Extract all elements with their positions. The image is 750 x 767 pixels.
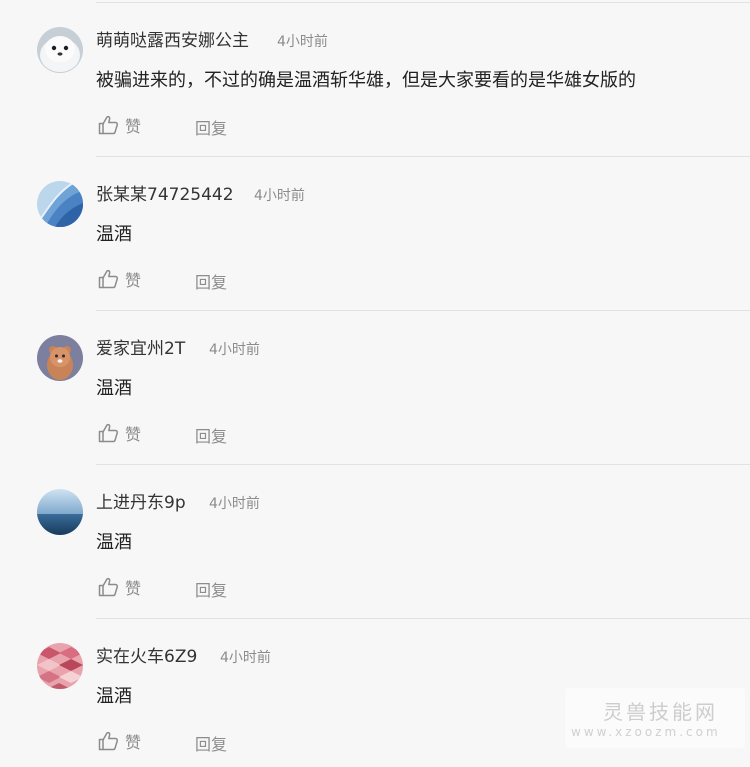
like-label: 赞 [125,733,142,752]
like-label: 赞 [125,579,142,598]
comment-actions: 赞 [98,421,141,445]
comment-actions: 赞 [98,113,141,137]
thumbs-up-icon [98,731,119,751]
watermark-title: 灵兽技能网 [603,700,718,724]
comment-actions: 赞 [98,267,141,291]
blue-wave-avatar-icon[interactable] [37,181,83,227]
bear-avatar-icon[interactable] [37,335,83,381]
watermark-url: www.xzoozm.com [571,725,721,739]
comment-actions: 赞 [98,729,141,753]
like-button[interactable]: 赞 [98,575,141,599]
ocean-avatar-icon[interactable] [37,489,83,535]
comment-item: 张某某74725442 4小时前 温酒 赞 回复 [0,157,750,311]
comment-text: 温酒 [96,532,132,553]
comment-text: 温酒 [96,224,132,245]
pink-pattern-avatar-icon[interactable] [37,643,83,689]
comment-username[interactable]: 实在火车6Z9 [96,645,197,669]
thumbs-up-icon [98,577,119,597]
reply-button[interactable]: 回复 [195,115,227,139]
comment-username[interactable]: 萌萌哒露西安娜公主 [96,29,249,53]
comment-list-page: 萌萌哒露西安娜公主 4小时前 被骗进来的，不过的确是温酒斩华雄，但是大家要看的是… [0,0,750,767]
comment-username[interactable]: 爱家宜州2T [96,337,185,361]
seal-avatar-icon[interactable] [37,27,83,73]
comment-time: 4小时前 [277,34,328,50]
comment-username[interactable]: 张某某74725442 [96,183,234,207]
comment-actions: 赞 [98,575,141,599]
comment-text: 被骗进来的，不过的确是温酒斩华雄，但是大家要看的是华雄女版的 [96,70,636,91]
comment-username[interactable]: 上进丹东9p [96,491,186,515]
like-button[interactable]: 赞 [98,113,141,137]
like-label: 赞 [125,425,142,444]
like-button[interactable]: 赞 [98,267,141,291]
like-button[interactable]: 赞 [98,729,141,753]
watermark: 灵兽技能网 www.xzoozm.com [565,688,745,748]
reply-button[interactable]: 回复 [195,577,227,601]
like-button[interactable]: 赞 [98,421,141,445]
like-label: 赞 [125,117,142,136]
comment-item: 爱家宜州2T 4小时前 温酒 赞 回复 [0,311,750,465]
thumbs-up-icon [98,115,119,135]
comment-text: 温酒 [96,378,132,399]
thumbs-up-icon [98,423,119,443]
thumbs-up-icon [98,269,119,289]
like-label: 赞 [125,271,142,290]
reply-button[interactable]: 回复 [195,423,227,447]
reply-button[interactable]: 回复 [195,731,227,755]
comment-time: 4小时前 [254,188,305,204]
comment-time: 4小时前 [209,496,260,512]
comment-text: 温酒 [96,686,132,707]
comment-time: 4小时前 [220,650,271,666]
reply-button[interactable]: 回复 [195,269,227,293]
comment-item: 萌萌哒露西安娜公主 4小时前 被骗进来的，不过的确是温酒斩华雄，但是大家要看的是… [0,3,750,157]
comment-item: 上进丹东9p 4小时前 温酒 赞 回复 [0,465,750,619]
comment-time: 4小时前 [209,342,260,358]
